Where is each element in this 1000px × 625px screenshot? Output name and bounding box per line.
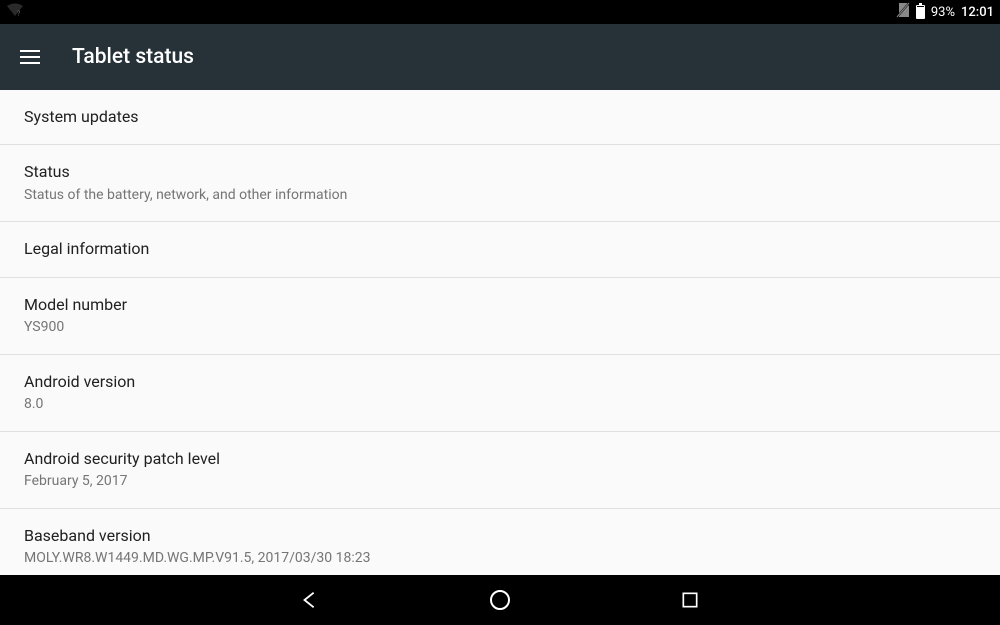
home-button[interactable]: [480, 580, 520, 620]
row-security-patch[interactable]: Android security patch level February 5,…: [0, 432, 1000, 509]
wifi-weak-icon: ?: [6, 3, 24, 21]
row-subtitle: 8.0: [24, 395, 976, 415]
row-subtitle: YS900: [24, 318, 976, 338]
row-model-number[interactable]: Model number YS900: [0, 278, 1000, 355]
back-button[interactable]: [290, 580, 330, 620]
recents-button[interactable]: [670, 580, 710, 620]
row-legal-information[interactable]: Legal information: [0, 222, 1000, 277]
row-system-updates[interactable]: System updates: [0, 90, 1000, 145]
row-title: Legal information: [24, 238, 976, 260]
row-title: Android version: [24, 371, 976, 393]
row-subtitle: Status of the battery, network, and othe…: [24, 186, 976, 206]
app-bar: Tablet status: [0, 24, 1000, 90]
svg-text:?: ?: [17, 10, 21, 17]
row-title: Status: [24, 161, 976, 183]
battery-icon: [916, 5, 925, 19]
row-status[interactable]: Status Status of the battery, network, a…: [0, 145, 1000, 222]
menu-icon[interactable]: [20, 50, 40, 64]
row-title: Android security patch level: [24, 448, 976, 470]
row-baseband-version[interactable]: Baseband version MOLY.WR8.W1449.MD.WG.MP…: [0, 509, 1000, 575]
status-bar: ? 93% 12:01: [0, 0, 1000, 24]
settings-list: System updates Status Status of the batt…: [0, 90, 1000, 575]
row-subtitle: MOLY.WR8.W1449.MD.WG.MP.V91.5, 2017/03/3…: [24, 549, 976, 569]
navigation-bar: [0, 575, 1000, 625]
page-title: Tablet status: [72, 45, 194, 69]
no-sim-icon: [896, 2, 910, 22]
row-title: System updates: [24, 106, 976, 128]
row-subtitle: February 5, 2017: [24, 472, 976, 492]
battery-percent: 93%: [931, 5, 955, 20]
row-title: Baseband version: [24, 525, 976, 547]
row-title: Model number: [24, 294, 976, 316]
row-android-version[interactable]: Android version 8.0: [0, 355, 1000, 432]
clock: 12:01: [961, 5, 994, 20]
